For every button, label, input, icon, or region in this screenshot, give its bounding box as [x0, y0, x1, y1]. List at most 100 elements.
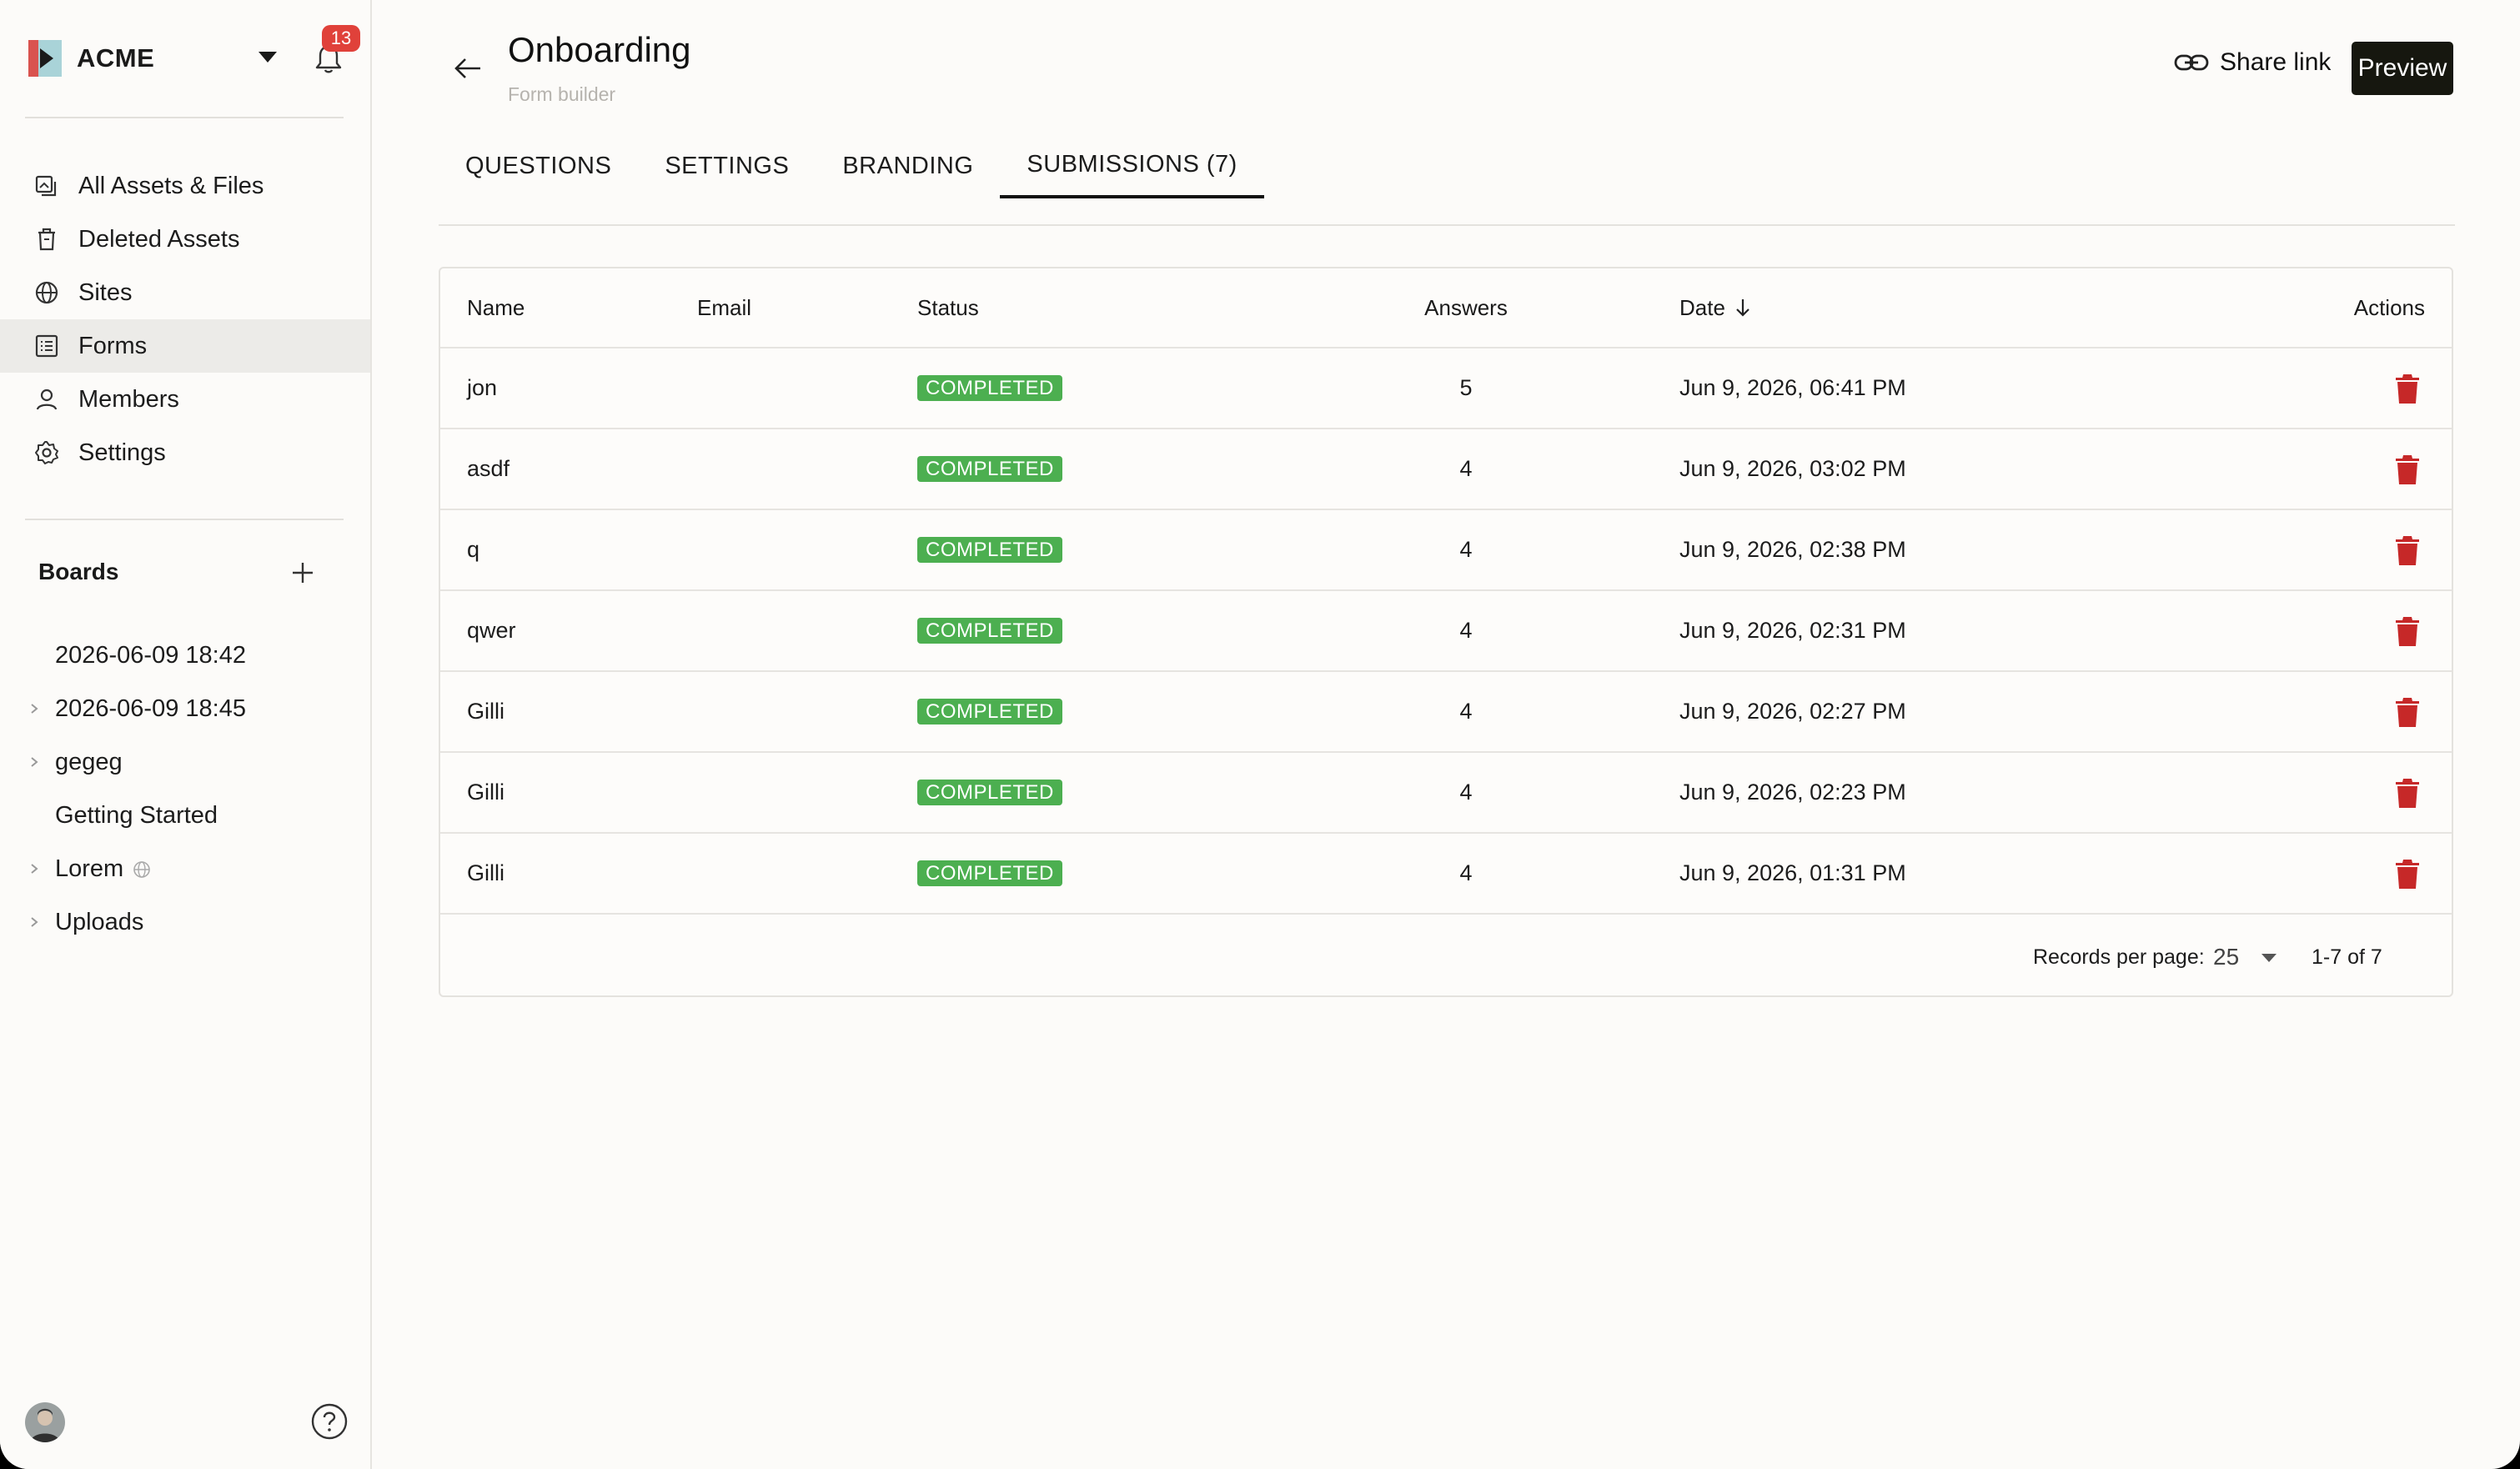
cell-status: COMPLETED	[917, 429, 1062, 509]
sidebar-item-label: All Assets & Files	[78, 172, 264, 199]
chevron-right-icon[interactable]	[28, 862, 40, 875]
table-row[interactable]: q COMPLETED 4 Jun 9, 2026, 02:38 PM	[440, 510, 2452, 591]
column-header-name[interactable]: Name	[467, 268, 525, 347]
column-header-date[interactable]: Date	[1679, 268, 1752, 347]
status-badge: COMPLETED	[917, 860, 1062, 886]
delete-icon[interactable]	[2393, 776, 2422, 810]
sort-descending-icon[interactable]	[1734, 297, 1752, 318]
board-label: Getting Started	[55, 801, 218, 829]
caret-down-icon	[2261, 954, 2277, 962]
column-header-answers[interactable]: Answers	[1408, 268, 1524, 347]
delete-icon[interactable]	[2393, 372, 2422, 405]
page-title: Onboarding	[508, 30, 691, 69]
delete-icon[interactable]	[2393, 695, 2422, 729]
delete-icon[interactable]	[2393, 534, 2422, 567]
cell-name: Gilli	[467, 780, 505, 805]
assets-icon	[35, 175, 57, 197]
trash-bin-icon	[38, 228, 55, 251]
preview-button[interactable]: Preview	[2352, 42, 2453, 95]
table-header: Name Email Status Answers Date Actions	[440, 268, 2452, 348]
table-row[interactable]: Gilli COMPLETED 4 Jun 9, 2026, 02:27 PM	[440, 672, 2452, 753]
sidebar-item-sites[interactable]: Sites	[0, 266, 370, 319]
delete-icon[interactable]	[2393, 453, 2422, 486]
board-item[interactable]: Getting Started	[0, 789, 370, 842]
records-per-page-value: 25	[2213, 944, 2240, 970]
status-badge: COMPLETED	[917, 375, 1062, 401]
table-row[interactable]: jon COMPLETED 5 Jun 9, 2026, 06:41 PM	[440, 348, 2452, 429]
chevron-right-icon[interactable]	[28, 702, 40, 715]
status-badge: COMPLETED	[917, 618, 1062, 644]
sidebar-item-label: Deleted Assets	[78, 225, 240, 253]
cell-actions	[2393, 429, 2425, 509]
cell-name: jon	[467, 375, 498, 400]
delete-icon[interactable]	[2393, 857, 2422, 890]
board-label-wrapper: Lorem	[55, 855, 152, 883]
globe-icon	[133, 861, 151, 878]
records-per-page-label: Records per page:	[2033, 945, 2205, 969]
board-item[interactable]: gegeg	[0, 735, 370, 789]
cell-date: Jun 9, 2026, 01:31 PM	[1679, 860, 1906, 885]
avatar[interactable]	[25, 1402, 65, 1442]
cell-actions	[2393, 834, 2425, 913]
cell-date: Jun 9, 2026, 02:38 PM	[1679, 537, 1906, 562]
delete-icon[interactable]	[2393, 614, 2422, 648]
sidebar-nav: All Assets & Files Deleted Assets Sites	[0, 159, 370, 479]
board-item[interactable]: Lorem	[0, 842, 370, 895]
sidebar-item-all-assets[interactable]: All Assets & Files	[0, 159, 370, 213]
column-header-email[interactable]: Email	[697, 268, 751, 347]
pagination-range: 1-7 of 7	[2312, 945, 2382, 969]
workspace-name: ACME	[77, 43, 155, 73]
board-item[interactable]: 2026-06-09 18:45	[0, 682, 370, 735]
plus-icon[interactable]	[289, 559, 317, 587]
tab-settings[interactable]: SETTINGS	[638, 133, 816, 198]
share-link-label: Share link	[2220, 48, 2332, 76]
boards-heading: Boards	[38, 559, 119, 584]
workspace-switcher[interactable]: ACME	[23, 37, 154, 80]
cell-answers: 4	[1459, 699, 1473, 724]
chevron-down-icon[interactable]	[259, 52, 277, 63]
table-row[interactable]: Gilli COMPLETED 4 Jun 9, 2026, 02:23 PM	[440, 753, 2452, 834]
notification-badge: 13	[322, 25, 360, 52]
cell-status: COMPLETED	[917, 834, 1062, 913]
cell-date: Jun 9, 2026, 02:27 PM	[1679, 699, 1906, 724]
cell-actions	[2393, 591, 2425, 670]
tab-branding[interactable]: BRANDING	[816, 133, 1000, 198]
help-icon[interactable]	[310, 1402, 349, 1441]
acme-logo-icon	[28, 40, 62, 77]
cell-actions	[2393, 348, 2425, 428]
tab-bar: QUESTIONS SETTINGS BRANDING SUBMISSIONS …	[439, 133, 1264, 198]
divider	[25, 519, 344, 520]
tab-questions[interactable]: QUESTIONS	[439, 133, 638, 198]
sidebar-item-label: Settings	[78, 439, 166, 466]
cell-name: asdf	[467, 456, 510, 481]
cell-status: COMPLETED	[917, 672, 1062, 751]
board-item[interactable]: Uploads	[0, 895, 370, 949]
column-header-status[interactable]: Status	[917, 268, 979, 347]
sidebar-item-members[interactable]: Members	[0, 373, 370, 426]
sidebar-item-forms[interactable]: Forms	[0, 319, 370, 373]
tab-submissions[interactable]: SUBMISSIONS (7)	[1000, 133, 1264, 198]
sidebar-item-settings[interactable]: Settings	[0, 426, 370, 479]
column-header-actions: Actions	[2353, 294, 2425, 320]
cell-answers: 5	[1459, 375, 1473, 400]
globe-icon	[35, 281, 58, 304]
board-item[interactable]: 2026-06-09 18:42	[0, 629, 370, 682]
sidebar-item-deleted-assets[interactable]: Deleted Assets	[0, 213, 370, 266]
back-arrow-icon[interactable]	[452, 55, 484, 82]
cell-status: COMPLETED	[917, 591, 1062, 670]
table-row[interactable]: Gilli COMPLETED 4 Jun 9, 2026, 01:31 PM	[440, 834, 2452, 915]
cell-status: COMPLETED	[917, 510, 1062, 589]
table-row[interactable]: qwer COMPLETED 4 Jun 9, 2026, 02:31 PM	[440, 591, 2452, 672]
sidebar-item-label: Members	[78, 385, 179, 413]
table-row[interactable]: asdf COMPLETED 4 Jun 9, 2026, 03:02 PM	[440, 429, 2452, 510]
records-per-page-select[interactable]: 25	[2205, 935, 2288, 979]
cell-name: Gilli	[467, 699, 505, 724]
status-badge: COMPLETED	[917, 456, 1062, 482]
board-label: 2026-06-09 18:42	[55, 641, 246, 669]
chevron-right-icon[interactable]	[28, 915, 40, 929]
share-link-button[interactable]: Share link	[2173, 48, 2331, 77]
cell-actions	[2393, 510, 2425, 589]
page-subtitle: Form builder	[508, 83, 616, 105]
chevron-right-icon[interactable]	[28, 755, 40, 769]
main-content: Onboarding Form builder Share link Previ…	[372, 0, 2520, 1469]
